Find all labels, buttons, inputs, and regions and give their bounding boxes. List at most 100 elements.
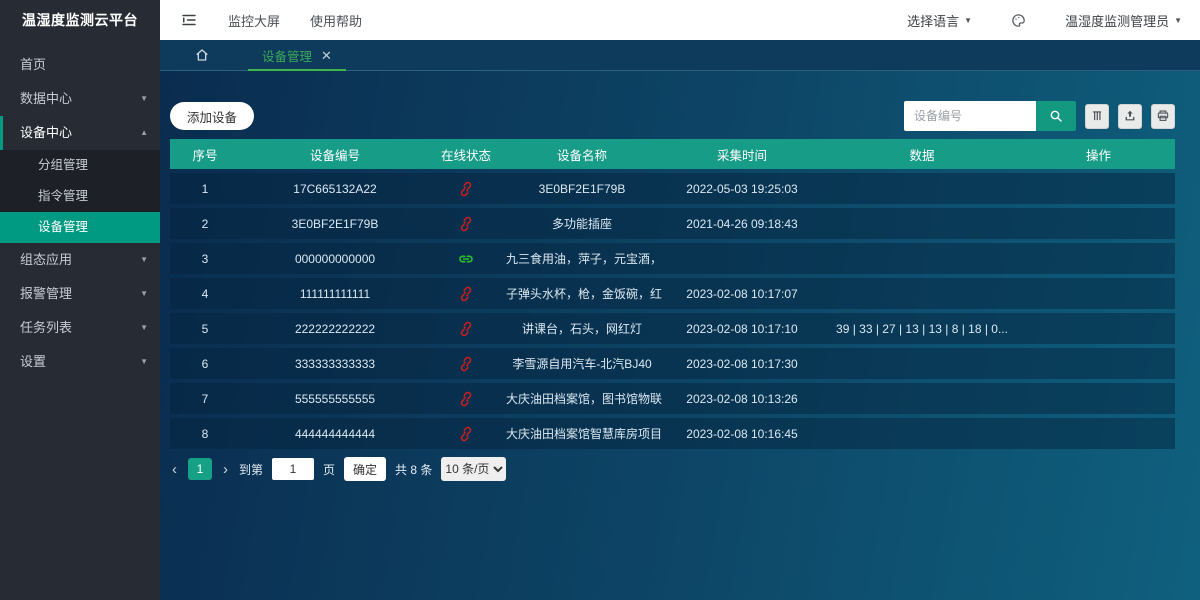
sidebar-item-command-management[interactable]: 指令管理 [0, 181, 160, 212]
total-count-label: 共 8 条 [395, 461, 432, 478]
cell-data [822, 278, 1022, 309]
page-label: 页 [323, 461, 335, 478]
sidebar-item-group-management[interactable]: 分组管理 [0, 150, 160, 181]
theme-palette-icon[interactable] [1010, 12, 1027, 29]
cell-data [822, 348, 1022, 379]
cell-operation [1022, 313, 1175, 344]
cell-collect-time: 2023-02-08 10:16:45 [662, 418, 822, 449]
header-operation: 操作 [1022, 139, 1175, 169]
cell-operation [1022, 383, 1175, 414]
columns-toggle-button[interactable] [1085, 104, 1109, 129]
cell-device-id: 111111111111 [240, 278, 430, 309]
next-page-icon[interactable]: › [221, 462, 230, 477]
main-content: 添加设备 [160, 71, 1200, 600]
user-name: 温湿度监测管理员 [1065, 11, 1169, 30]
cell-device-id: 000000000000 [240, 243, 430, 274]
search-icon [1048, 108, 1064, 124]
link-broken-icon [458, 356, 474, 372]
menu-help[interactable]: 使用帮助 [310, 11, 362, 30]
table-row: 4111111111111 子弹头水杯，枪，金饭碗，红...2023-02-08… [170, 278, 1175, 309]
table-row: 8444444444444 大庆油田档案馆智慧库房项目...2023-02-08… [170, 418, 1175, 449]
cell-online-status [430, 418, 502, 449]
prev-page-icon[interactable]: ‹ [170, 462, 179, 477]
sidebar-item-device-management[interactable]: 设备管理 [0, 212, 160, 243]
cell-operation [1022, 348, 1175, 379]
language-dropdown[interactable]: 选择语言 ▼ [907, 11, 972, 30]
add-device-button[interactable]: 添加设备 [170, 102, 254, 130]
search-button[interactable] [1036, 101, 1076, 131]
goto-confirm-button[interactable]: 确定 [344, 457, 386, 481]
sidebar-item-home[interactable]: 首页 [0, 48, 160, 82]
cell-online-status [430, 348, 502, 379]
top-bar: 监控大屏 使用帮助 选择语言 ▼ 温湿度监测管理员 ▼ [160, 0, 1200, 40]
home-icon[interactable] [194, 47, 210, 63]
table-row: 7555555555555 大庆油田档案馆，图书馆物联...2023-02-08… [170, 383, 1175, 414]
table-row: 117C665132A22 3E0BF2E1F79B2022-05-03 19:… [170, 173, 1175, 204]
cell-device-name: 子弹头水杯，枪，金饭碗，红... [502, 278, 662, 309]
link-broken-icon [458, 181, 474, 197]
device-center-submenu: 分组管理 指令管理 设备管理 [0, 150, 160, 243]
cell-operation [1022, 243, 1175, 274]
header-collect-time: 采集时间 [662, 139, 822, 169]
sidebar-item-settings[interactable]: 设置 ▼ [0, 345, 160, 379]
sidebar-item-task-list[interactable]: 任务列表 ▼ [0, 311, 160, 345]
cell-index: 8 [170, 418, 240, 449]
goto-page-input[interactable] [272, 458, 314, 480]
cell-collect-time: 2021-04-26 09:18:43 [662, 208, 822, 239]
table-header-row: 序号 设备编号 在线状态 设备名称 采集时间 数据 操作 [170, 139, 1175, 169]
cell-collect-time [662, 243, 822, 274]
cell-data [822, 208, 1022, 239]
cell-device-id: 555555555555 [240, 383, 430, 414]
header-index: 序号 [170, 139, 240, 169]
link-broken-icon [458, 391, 474, 407]
cell-online-status [430, 313, 502, 344]
menu-monitor-screen[interactable]: 监控大屏 [228, 11, 280, 30]
cell-device-name: 大庆油田档案馆，图书馆物联... [502, 383, 662, 414]
tab-device-management[interactable]: 设备管理 ✕ [248, 40, 346, 71]
cell-data [822, 383, 1022, 414]
search-input[interactable] [904, 101, 1036, 131]
cell-collect-time: 2023-02-08 10:13:26 [662, 383, 822, 414]
cell-data [822, 418, 1022, 449]
tab-close-icon[interactable]: ✕ [321, 49, 332, 62]
printer-icon [1156, 109, 1170, 123]
cell-index: 6 [170, 348, 240, 379]
cell-operation [1022, 173, 1175, 204]
sidebar-item-alarm-management[interactable]: 报警管理 ▼ [0, 277, 160, 311]
cell-index: 7 [170, 383, 240, 414]
cell-device-id: 3E0BF2E1F79B [240, 208, 430, 239]
cell-device-name: 大庆油田档案馆智慧库房项目... [502, 418, 662, 449]
columns-icon [1090, 109, 1104, 123]
table-row: 3000000000000 九三食用油，萍子，元宝酒，... [170, 243, 1175, 274]
cell-device-name: 李雪源自用汽车-北汽BJ40 [502, 348, 662, 379]
cell-device-name: 3E0BF2E1F79B [502, 173, 662, 204]
table-row: 5222222222222 讲课台，石头，网红灯2023-02-08 10:17… [170, 313, 1175, 344]
cell-online-status [430, 383, 502, 414]
page-size-select[interactable]: 10 条/页 [441, 457, 506, 481]
caret-down-icon: ▼ [140, 311, 148, 345]
cell-collect-time: 2023-02-08 10:17:10 [662, 313, 822, 344]
header-data: 数据 [822, 139, 1022, 169]
cell-index: 3 [170, 243, 240, 274]
sidebar-item-configuration-app[interactable]: 组态应用 ▼ [0, 243, 160, 277]
cell-online-status [430, 278, 502, 309]
sidebar-item-data-center[interactable]: 数据中心 ▼ [0, 82, 160, 116]
cell-online-status [430, 173, 502, 204]
user-dropdown[interactable]: 温湿度监测管理员 ▼ [1065, 11, 1182, 30]
cell-index: 4 [170, 278, 240, 309]
sidebar-item-device-center[interactable]: 设备中心 ▲ [0, 116, 160, 150]
cell-online-status [430, 243, 502, 274]
caret-down-icon: ▼ [964, 16, 972, 25]
cell-data [822, 243, 1022, 274]
print-button[interactable] [1151, 104, 1175, 129]
cell-collect-time: 2022-05-03 19:25:03 [662, 173, 822, 204]
export-button[interactable] [1118, 104, 1142, 129]
cell-device-name: 多功能插座 [502, 208, 662, 239]
sidebar-toggle-icon[interactable] [180, 11, 198, 29]
page-1-button[interactable]: 1 [188, 458, 212, 480]
link-broken-icon [458, 216, 474, 232]
link-broken-icon [458, 321, 474, 337]
cell-device-id: 333333333333 [240, 348, 430, 379]
cell-device-id: 444444444444 [240, 418, 430, 449]
cell-device-id: 222222222222 [240, 313, 430, 344]
